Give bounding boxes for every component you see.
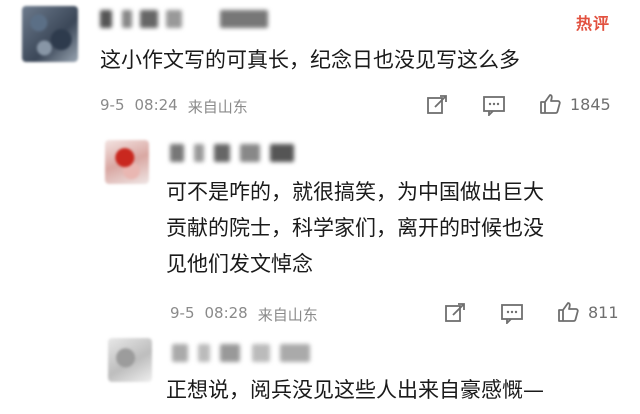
username-blurred[interactable] — [170, 144, 300, 162]
share-button[interactable] — [426, 94, 448, 116]
share-button[interactable] — [444, 302, 466, 324]
comment-location: 来自山东 — [257, 306, 318, 324]
comment-date: 9-5 — [100, 96, 125, 114]
username-blurred[interactable] — [100, 10, 270, 28]
share-icon — [427, 95, 447, 114]
like-count: 811 — [588, 302, 619, 322]
reply-button[interactable] — [482, 94, 506, 116]
comment-text: 这小作文写的可真长，纪念日也没见写这么多 — [100, 48, 520, 72]
comment-icon — [483, 96, 505, 116]
comment-icon — [501, 304, 523, 324]
comment-time: 08:28 — [204, 304, 248, 322]
avatar[interactable] — [22, 6, 78, 62]
avatar[interactable] — [105, 140, 149, 184]
comment-time: 08:24 — [134, 96, 178, 114]
like-button[interactable]: 811 — [556, 300, 619, 324]
comment-date: 9-5 — [170, 304, 195, 322]
comment-meta: 9-5 08:28 来自山东 — [170, 304, 318, 325]
hot-comment-badge: 热评 — [576, 14, 611, 33]
like-icon — [558, 302, 579, 322]
avatar[interactable] — [108, 338, 152, 382]
username-blurred[interactable] — [172, 344, 322, 362]
comment-location: 来自山东 — [187, 98, 248, 116]
share-icon — [445, 303, 465, 322]
comment-text: 正想说，阅兵没见这些人出来自豪感慨— — [166, 378, 544, 402]
reply-button[interactable] — [500, 302, 524, 324]
like-count: 1845 — [570, 94, 611, 114]
comment-text-line: 见他们发文悼念 — [166, 252, 313, 276]
comment-meta: 9-5 08:24 来自山东 — [100, 96, 248, 117]
like-button[interactable]: 1845 — [538, 92, 611, 116]
comment-text-line: 贡献的院士，科学家们，离开的时候也没 — [166, 216, 544, 240]
comment-text: 可不是咋的，就很搞笑，为中国做出巨大 贡献的院士，科学家们，离开的时候也没 见他… — [166, 174, 544, 282]
like-icon — [540, 94, 561, 114]
comment-text-line: 可不是咋的，就很搞笑，为中国做出巨大 — [166, 180, 544, 204]
